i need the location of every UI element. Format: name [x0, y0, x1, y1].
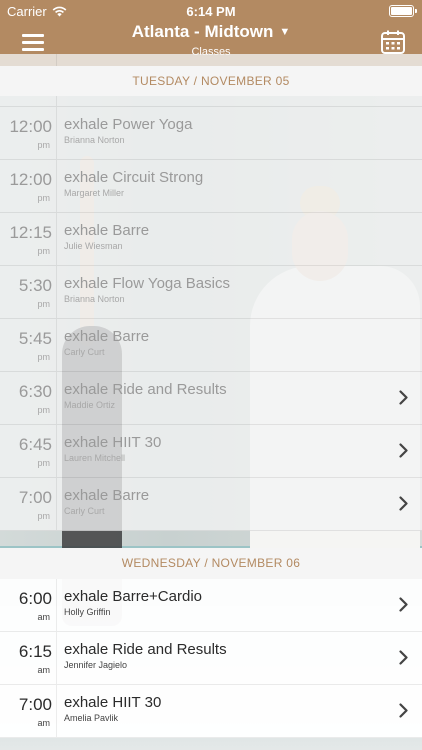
chevron-right-icon[interactable] [399, 650, 408, 665]
time-column: 12:00 pm [0, 160, 56, 212]
class-row[interactable]: 12:15 pm exhale Barre Julie Wiesman [0, 213, 422, 266]
class-time: 5:30 [18, 276, 52, 295]
class-name: exhale Barre [64, 328, 150, 345]
class-row[interactable]: 6:00 am exhale Barre+Cardio Holly Griffi… [0, 579, 422, 632]
instructor-name: Carly Curt [64, 506, 105, 516]
section-header-tuesday: TUESDAY / NOVEMBER 05 [0, 66, 422, 96]
class-row[interactable]: 5:45 pm exhale Barre Carly Curt [0, 319, 422, 372]
class-time: 6:45 [18, 435, 52, 454]
class-ampm: am [37, 718, 50, 728]
instructor-name: Holly Griffin [64, 607, 111, 617]
class-ampm: pm [37, 405, 50, 415]
class-row[interactable]: 6:30 pm exhale Ride and Results Maddie O… [0, 372, 422, 425]
class-row[interactable]: 12:00 pm exhale Power Yoga Brianna Norto… [0, 107, 422, 160]
class-name: exhale Circuit Strong [64, 169, 204, 186]
class-ampm: pm [37, 193, 50, 203]
row-divider [56, 372, 57, 424]
class-name: exhale Barre+Cardio [64, 588, 202, 605]
chevron-right-icon[interactable] [399, 496, 408, 511]
class-name: exhale Barre [64, 487, 150, 504]
instructor-name: Maddie Ortiz [64, 400, 116, 410]
class-row[interactable]: 6:15 am exhale Ride and Results Jennifer… [0, 632, 422, 685]
time-column: 5:45 pm [0, 319, 56, 371]
class-name: exhale Power Yoga [64, 116, 193, 133]
section-header-wednesday: WEDNESDAY / NOVEMBER 06 [0, 548, 422, 579]
instructor-name: Jennifer Jagielo [64, 660, 128, 670]
class-ampm: am [37, 665, 50, 675]
class-name: exhale HIIT 30 [64, 694, 162, 711]
class-ampm: pm [37, 511, 50, 521]
class-time: 12:15 [9, 223, 52, 242]
battery-icon [389, 5, 417, 17]
class-time: 5:45 [18, 329, 52, 348]
class-time: 6:15 [18, 642, 52, 661]
time-column: 6:00 am [0, 579, 56, 631]
chevron-right-icon[interactable] [399, 443, 408, 458]
class-time: 7:00 [18, 488, 52, 507]
class-row[interactable]: 7:00 pm exhale Barre Carly Curt [0, 478, 422, 531]
instructor-name: Julie Wiesman [64, 241, 123, 251]
time-column: 6:30 pm [0, 372, 56, 424]
status-time: 6:14 PM [186, 4, 236, 19]
instructor-name: Brianna Norton [64, 294, 125, 304]
class-ampm: pm [37, 140, 50, 150]
time-column: 7:00 am [0, 685, 56, 737]
row-divider [56, 579, 57, 631]
class-name: exhale Ride and Results [64, 381, 227, 398]
status-bar: Carrier 6:14 PM [0, 0, 422, 22]
class-time: 6:00 [18, 589, 52, 608]
class-row[interactable]: 12:00 pm exhale Circuit Strong Margaret … [0, 160, 422, 213]
class-time: 12:00 [9, 170, 52, 189]
chevron-right-icon[interactable] [399, 390, 408, 405]
row-divider [56, 478, 57, 530]
row-divider [56, 266, 57, 318]
class-row[interactable]: 6:45 pm exhale HIIT 30 Lauren Mitchell [0, 425, 422, 478]
time-column: 12:15 pm [0, 213, 56, 265]
row-divider [56, 160, 57, 212]
chevron-right-icon[interactable] [399, 703, 408, 718]
time-column: 5:30 pm [0, 266, 56, 318]
instructor-name: Lauren Mitchell [64, 453, 126, 463]
caret-down-icon: ▼ [279, 26, 291, 38]
instructor-name: Margaret Miller [64, 188, 125, 198]
row-divider [56, 319, 57, 371]
instructor-name: Amelia Pavlik [64, 713, 119, 723]
class-name: exhale HIIT 30 [64, 434, 162, 451]
calendar-icon[interactable] [380, 29, 406, 55]
chevron-right-icon[interactable] [399, 597, 408, 612]
time-column: 7:00 pm [0, 478, 56, 530]
class-row[interactable]: 5:30 pm exhale Flow Yoga Basics Brianna … [0, 266, 422, 319]
instructor-name: Brianna Norton [64, 135, 125, 145]
row-divider [56, 685, 57, 737]
location-selector[interactable]: Atlanta - Midtown ▼ [132, 22, 291, 42]
class-row[interactable]: 7:00 am exhale HIIT 30 Amelia Pavlik [0, 685, 422, 738]
class-time: 6:30 [18, 382, 52, 401]
nav-title-area: Atlanta - Midtown ▼ Classes [80, 22, 342, 58]
hamburger-menu-icon[interactable] [22, 34, 44, 52]
time-column: 12:00 pm [0, 107, 56, 159]
class-time: 12:00 [9, 117, 52, 136]
class-ampm: pm [37, 246, 50, 256]
time-column: 6:15 am [0, 632, 56, 684]
class-time: 7:00 [18, 695, 52, 714]
row-divider [56, 632, 57, 684]
class-name: exhale Barre [64, 222, 150, 239]
row-divider [56, 213, 57, 265]
instructor-name: Carly Curt [64, 347, 105, 357]
class-ampm: pm [37, 299, 50, 309]
time-column: 6:45 pm [0, 425, 56, 477]
class-ampm: am [37, 612, 50, 622]
class-ampm: pm [37, 458, 50, 468]
class-name: exhale Ride and Results [64, 641, 227, 658]
class-name: exhale Flow Yoga Basics [64, 275, 230, 292]
row-divider [56, 425, 57, 477]
row-divider [56, 107, 57, 159]
location-title: Atlanta - Midtown [131, 22, 274, 41]
class-ampm: pm [37, 352, 50, 362]
